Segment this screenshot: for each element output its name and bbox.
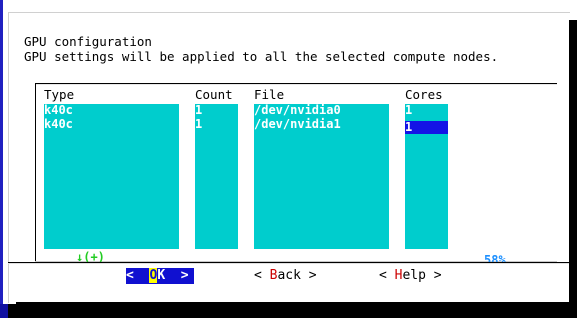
terminal-left-edge (0, 0, 3, 304)
dialog-title: GPU configuration (24, 34, 152, 49)
type-cell-row2[interactable]: k40c (44, 118, 73, 131)
file-cell-row1[interactable]: /dev/nvidia0 (254, 104, 341, 117)
help-button[interactable]: < Help > (379, 268, 442, 284)
dialog-subtitle: GPU settings will be applied to all the … (24, 49, 499, 64)
help-right-bracket: > (425, 268, 442, 283)
list-frame-left (35, 83, 36, 262)
ok-left-bracket: < (126, 268, 134, 283)
terminal-bottom-bar (0, 304, 577, 318)
file-column[interactable]: /dev/nvidia0 /dev/nvidia1 (254, 104, 389, 249)
dialog-shadow-right (569, 20, 577, 304)
help-left-bracket: < (379, 268, 395, 283)
cores-column[interactable]: 1 1 (405, 104, 448, 249)
count-cell-row2[interactable]: 1 (195, 118, 202, 131)
button-separator-highlight (8, 263, 569, 264)
help-label-rest: elp (402, 268, 426, 283)
cores-cell-row1[interactable]: 1 (405, 104, 412, 117)
ok-right-bracket: > (180, 268, 189, 283)
count-cell-row1[interactable]: 1 (195, 104, 202, 117)
column-header-file: File (254, 87, 285, 102)
back-button[interactable]: < Back > (254, 268, 317, 284)
terminal-bottom-corner (0, 304, 8, 318)
back-left-bracket: < (254, 268, 270, 283)
ok-label-rest: K (157, 268, 166, 283)
column-header-type: Type (44, 87, 75, 102)
column-header-cores: Cores (405, 87, 443, 102)
back-label-rest: ack (277, 268, 301, 283)
type-cell-row1[interactable]: k40c (44, 104, 73, 117)
column-header-count: Count (195, 87, 233, 102)
type-column[interactable]: k40c k40c (44, 104, 179, 249)
file-cell-row2[interactable]: /dev/nvidia1 (254, 118, 341, 131)
list-frame-highlight (35, 84, 557, 85)
cores-cell-row2-selected[interactable]: 1 (405, 121, 448, 134)
count-column[interactable]: 1 1 (195, 104, 238, 249)
ok-button[interactable]: < OK > (126, 268, 194, 284)
back-right-bracket: > (300, 268, 317, 283)
terminal-screen: GPU configuration GPU settings will be a… (0, 0, 577, 318)
scroll-percent: 58% (484, 253, 506, 267)
